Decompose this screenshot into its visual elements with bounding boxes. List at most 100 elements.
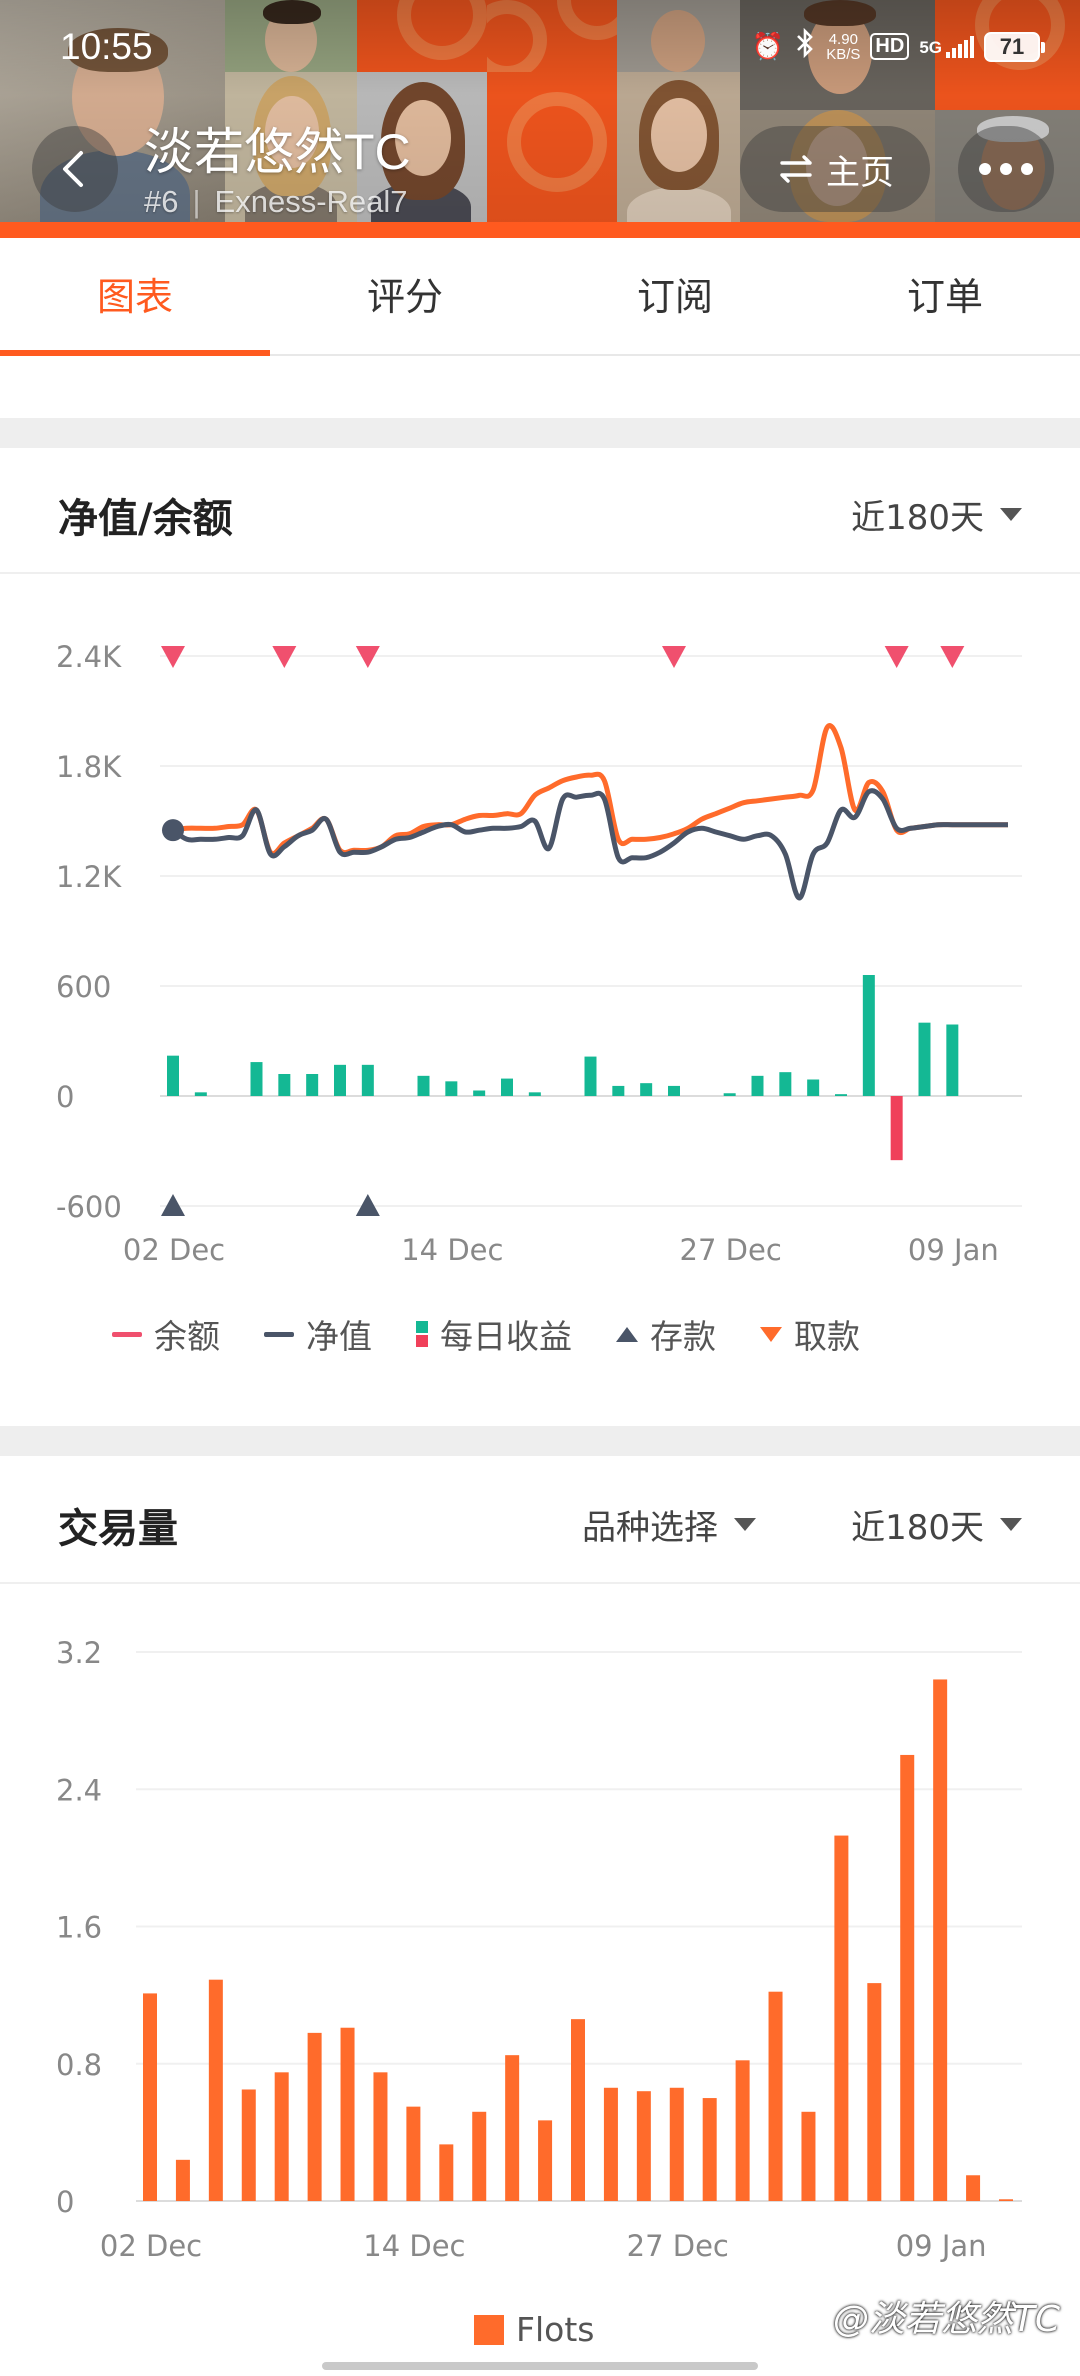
meta-separator: | [192,184,201,219]
volume-bar [571,2019,585,2201]
trader-account: Exness-Real7 [214,184,408,219]
daily-profit-bar [751,1075,764,1096]
daily-profit-bar [835,1094,847,1096]
tab-rating[interactable]: 评分 [270,238,540,354]
volume-bar [307,2032,322,2201]
tab-orders[interactable]: 订单 [810,238,1080,354]
legend-swatch-balance [112,1331,142,1337]
hd-icon: HD [870,33,910,60]
y-tick-label: 2.4K [56,640,122,674]
volume-bar [999,2199,1013,2201]
y-tick-label: 0 [56,2185,74,2219]
triangle-down-icon [760,1326,782,1342]
back-button[interactable] [32,126,118,212]
daily-profit-bar [890,1096,903,1161]
equity-legend: 余额 净值 每日收益 存款 取款 [112,1310,904,1358]
legend-item-equity[interactable]: 净值 [264,1310,372,1358]
volume-bar [702,2098,717,2201]
x-tick-label: 02 Dec [123,1233,225,1267]
legend-item-balance[interactable]: 余额 [112,1310,220,1358]
daily-profit-bar [779,1072,792,1096]
tab-chart[interactable]: 图表 [0,238,270,356]
volume-bar [768,1991,783,2201]
signal-icon: 5G [919,35,974,58]
home-indicator[interactable] [322,2362,758,2370]
legend-item-deposit[interactable]: 存款 [616,1310,716,1358]
equity-range-dropdown[interactable]: 近180天 [851,490,1022,539]
y-tick-label: 600 [56,970,111,1004]
daily-profit-bar [334,1064,346,1096]
header-accent-strip [0,222,1080,238]
equity-card-divider [0,572,1080,574]
tab-subscribe[interactable]: 订阅 [540,238,810,354]
volume-card-divider [0,1582,1080,1584]
home-button[interactable]: 主页 [740,126,930,212]
volume-bar [669,2087,684,2201]
volume-bar [538,2120,553,2201]
more-button[interactable] [958,126,1054,212]
equity-balance-chart: 2.4K 1.8K 1.2K 600 0 -60002 Dec 14 Dec 27 Dec 09… [56,640,1022,1267]
tab-bar: 图表 评分 订阅 订单 [0,238,1080,356]
watermark: @淡若悠然TC [832,2299,1060,2340]
equity-start-dot [162,819,184,842]
volume-bar [406,2106,421,2201]
daily-profit-bar [918,1022,931,1096]
volume-bar [175,2159,190,2201]
legend-label-equity: 净值 [306,1317,372,1356]
equity-line [171,788,1008,901]
switch-arrows-icon [780,155,812,183]
more-dot-icon [1000,163,1012,175]
daily-profit-bar [584,1056,597,1096]
volume-bar [373,2072,388,2201]
y-tick-label: 1.6 [56,1911,102,1945]
daily-profit-bar [668,1085,680,1096]
y-tick-label: 1.8K [56,750,122,784]
legend-swatch-equity [264,1331,294,1337]
daily-profit-bar [361,1064,374,1096]
legend-label-flots: Flots [516,2310,595,2349]
legend-item-flots[interactable]: Flots [474,2310,594,2349]
y-tick-label: 3.2 [56,1636,102,1670]
volume-bar [900,1754,915,2201]
daily-profit-bar [946,1024,959,1096]
legend-item-withdrawal[interactable]: 取款 [760,1310,860,1358]
symbol-select-dropdown[interactable]: 品种选择 [582,1500,756,1549]
daily-profit-bar [612,1085,625,1096]
daily-profit-bar [250,1062,263,1096]
status-icons: ⏰ 4.90 KB/S HD 5G 71 [752,27,1045,65]
daily-profit-bar [278,1074,291,1096]
volume-bar [505,2055,520,2201]
volume-legend: Flots [474,2310,594,2349]
bluetooth-icon [794,27,816,65]
daily-profit-bar [417,1075,430,1096]
chevron-left-icon [63,151,83,187]
volume-bar [340,2027,355,2201]
home-button-label: 主页 [826,152,894,193]
volume-bar [472,2111,487,2201]
volume-bar [834,1835,849,2201]
caret-down-icon [734,1518,756,1531]
y-tick-label: 0.8 [56,2048,102,2082]
daily-profit-bar [862,975,875,1096]
daily-profit-bar [723,1093,736,1096]
volume-card-title: 交易量 [58,1506,178,1552]
network-speed: 4.90 KB/S [826,32,860,62]
trader-rank: #6 [144,184,179,219]
x-tick-label: 09 Jan [908,1233,999,1267]
x-tick-label: 02 Dec [100,2229,202,2263]
volume-bar [208,1979,223,2201]
volume-bar [143,1993,157,2201]
legend-swatch-flots [474,2314,504,2345]
legend-label-deposit: 存款 [650,1317,716,1356]
daily-profit-bar [807,1079,820,1096]
volume-bar [966,2175,981,2201]
daily-profit-bar [167,1055,179,1096]
volume-bar [933,1679,948,2201]
network-speed-unit: KB/S [826,45,861,63]
volume-range-dropdown[interactable]: 近180天 [851,1500,1022,1549]
caret-down-icon [1000,1518,1022,1531]
legend-item-daily-profit[interactable]: 每日收益 [416,1310,572,1358]
daily-profit-bar [501,1078,513,1096]
volume-chart: 3.2 2.4 1.6 0.8 0 02 Dec 14 Dec 27 Dec 09 Jan [56,1636,1022,2263]
y-tick-label: 1.2K [56,860,122,894]
